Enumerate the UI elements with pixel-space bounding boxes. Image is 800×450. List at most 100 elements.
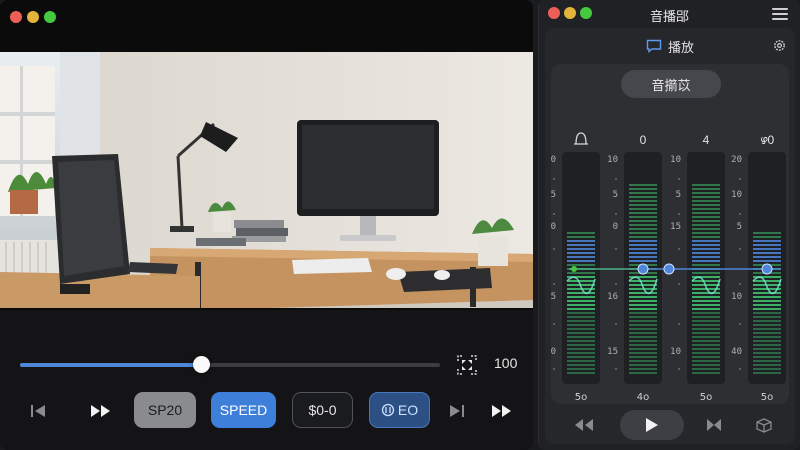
price-button[interactable]: $0-0 — [292, 392, 353, 428]
seek-progress — [20, 363, 201, 367]
meter-segment — [692, 264, 720, 266]
scale-dot — [615, 323, 617, 325]
meter-segment — [629, 368, 657, 370]
tick-label: 0 — [551, 222, 556, 232]
meter-segment — [629, 352, 657, 354]
speed-button[interactable]: SPEED — [211, 392, 276, 428]
meter-segment — [567, 252, 595, 254]
cube-icon[interactable] — [753, 417, 775, 433]
meter-segment — [692, 316, 720, 318]
rewind-icon[interactable] — [573, 417, 595, 433]
meter-segment — [753, 292, 781, 294]
meter-segment — [753, 312, 781, 314]
meter-segment — [753, 300, 781, 302]
meter-segment — [692, 192, 720, 194]
meter-segment — [629, 328, 657, 330]
meter-segment — [567, 280, 595, 282]
meter-segment — [692, 324, 720, 326]
meter-segment — [567, 336, 595, 338]
meter-segment — [753, 332, 781, 334]
meter-segment — [629, 184, 657, 186]
meter-segment — [629, 220, 657, 222]
scale-dot — [553, 248, 555, 250]
menu-icon[interactable] — [772, 8, 788, 20]
tick-label: 10 — [551, 155, 556, 165]
tab-playback-label: 播放 — [667, 39, 694, 55]
meter-segment — [567, 248, 595, 250]
sp20-button[interactable]: SP20 — [134, 392, 196, 428]
meter-segment — [567, 320, 595, 322]
meter-segment — [692, 256, 720, 258]
seek-handle[interactable] — [192, 356, 210, 373]
speech-bubble-icon — [646, 39, 662, 53]
skip-forward-icon[interactable] — [447, 400, 467, 422]
next-icon[interactable] — [489, 400, 515, 422]
video-frame[interactable] — [0, 52, 533, 308]
meter-segment — [753, 248, 781, 250]
meter-segment — [567, 244, 595, 246]
meter-segment — [567, 272, 595, 274]
meter-segment — [753, 316, 781, 318]
scale-dot — [553, 323, 555, 325]
tab-playback[interactable]: 播放 — [545, 36, 795, 56]
close-window-button[interactable] — [10, 11, 22, 23]
seek-bar[interactable] — [20, 356, 440, 373]
skip-back-icon[interactable] — [28, 400, 48, 422]
meter-segment — [629, 208, 657, 210]
meter-segment — [629, 292, 657, 294]
meter-segment — [753, 308, 781, 310]
scale-dot — [678, 178, 680, 180]
meter-segment — [692, 216, 720, 218]
meter-segment — [629, 232, 657, 234]
tick-label: 0 — [613, 222, 618, 232]
gear-icon[interactable] — [772, 38, 787, 53]
play-icon — [646, 418, 658, 432]
meter-segment — [692, 320, 720, 322]
scale-dot — [615, 178, 617, 180]
meter-segment — [692, 260, 720, 262]
meter-segment — [692, 236, 720, 238]
fullscreen-icon[interactable] — [455, 353, 479, 377]
meter-segment — [629, 308, 657, 310]
minimize-window-button[interactable] — [27, 11, 39, 23]
meter-segment — [567, 256, 595, 258]
meter-segment — [629, 364, 657, 366]
mixer-footer — [545, 410, 795, 444]
tick-label: 5 — [737, 222, 742, 232]
play-button[interactable] — [620, 410, 684, 440]
channel-footer: 5o — [761, 392, 773, 403]
tick-label: 15 — [607, 347, 618, 357]
meter-segment — [692, 312, 720, 314]
playback-controls: 100 SP20 SPEED $0-0 EO — [0, 310, 533, 450]
meter-segment — [629, 216, 657, 218]
output-device-button[interactable]: 音擶苡 — [621, 70, 721, 98]
meter-segment — [753, 328, 781, 330]
scale-dot — [739, 248, 741, 250]
scale-dot — [553, 213, 555, 215]
meter-segment — [692, 212, 720, 214]
meter-segment — [692, 344, 720, 346]
bowtie-icon[interactable] — [703, 417, 725, 433]
tick-label: 15 — [670, 222, 681, 232]
mixer-inner-panel: 音擶苡 10505105o0105016154o410515105oഴ02010… — [551, 64, 789, 404]
meter-segment — [629, 248, 657, 250]
eq-button[interactable]: EO — [369, 392, 430, 428]
meter-segment — [692, 188, 720, 190]
meter-segment — [629, 280, 657, 282]
meter-segment — [692, 340, 720, 342]
meter-segment — [567, 328, 595, 330]
scale-dot — [615, 213, 617, 215]
meter-segment — [692, 200, 720, 202]
channel-header: 4 — [703, 133, 710, 147]
meter-segment — [692, 304, 720, 306]
meter-segment — [753, 348, 781, 350]
meter-segment — [567, 236, 595, 238]
zoom-window-button[interactable] — [44, 11, 56, 23]
meter-segment — [629, 304, 657, 306]
tick-label: 10 — [607, 155, 618, 165]
bell-icon — [574, 132, 588, 145]
meter-segment — [629, 344, 657, 346]
fast-forward-icon[interactable] — [88, 400, 114, 422]
scale-dot — [615, 368, 617, 370]
meter-segment — [753, 344, 781, 346]
